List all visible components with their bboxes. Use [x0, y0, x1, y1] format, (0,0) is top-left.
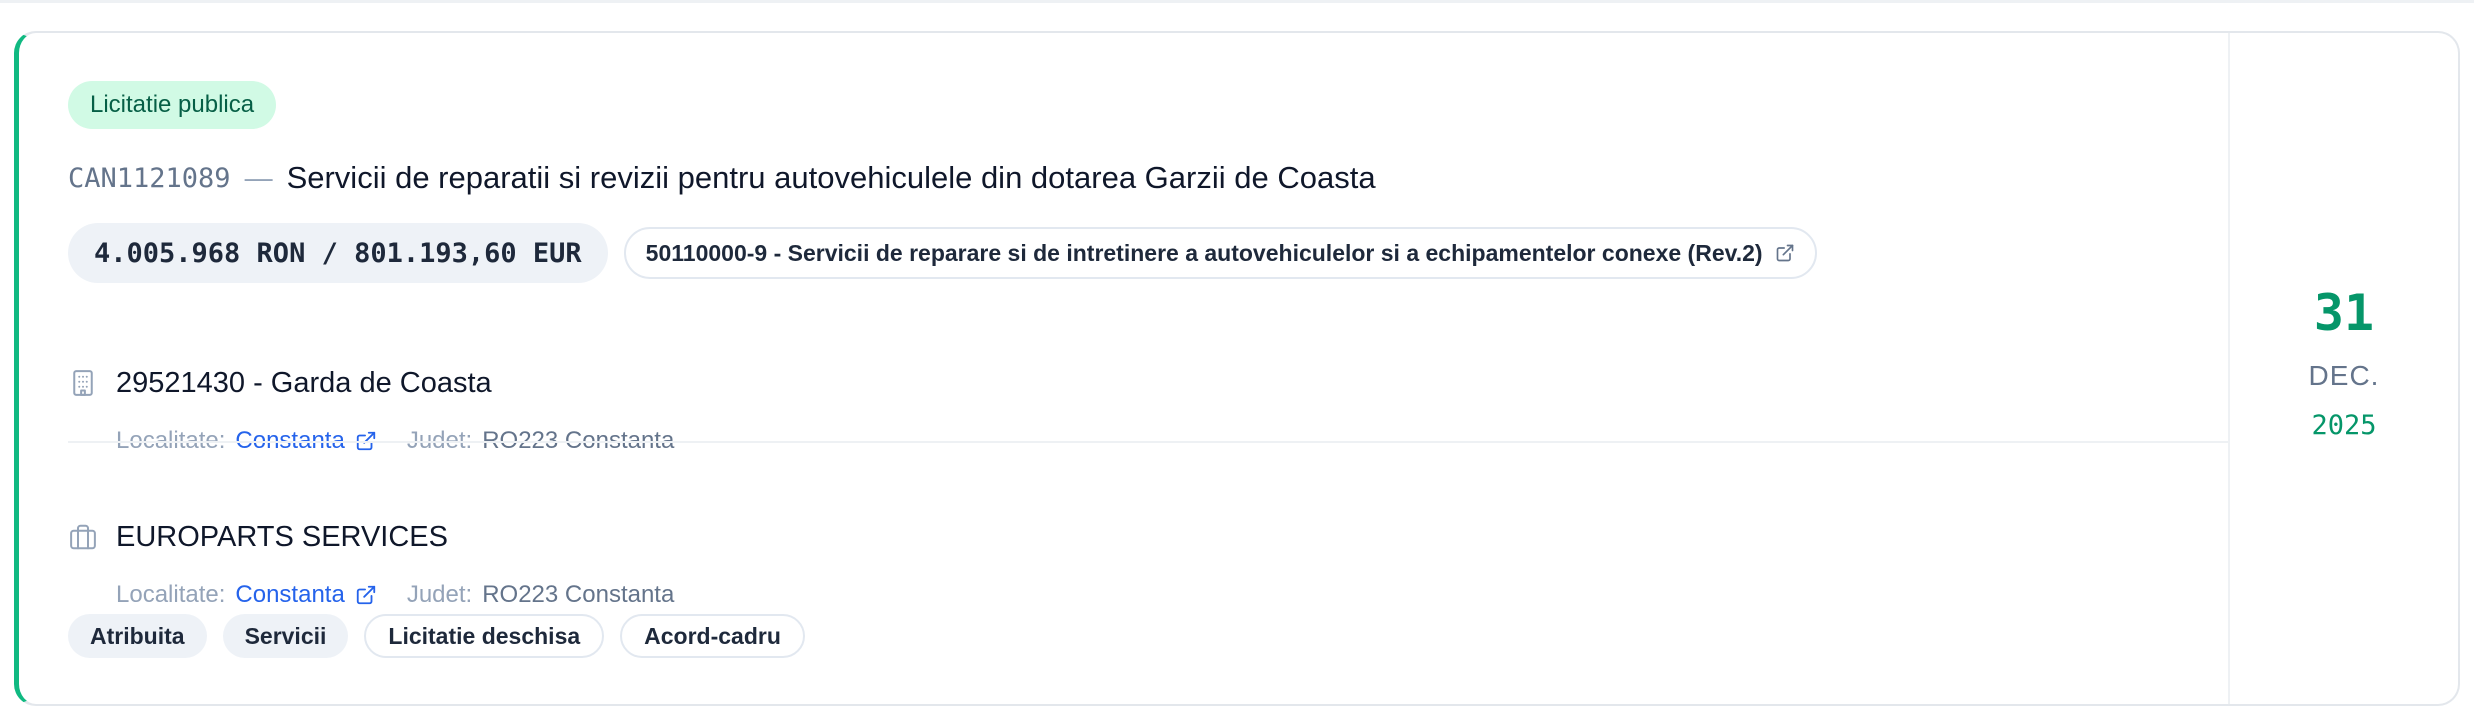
- external-link-icon: [1776, 244, 1793, 262]
- date-month: DEC.: [2308, 360, 2380, 391]
- cpv-label: 50110000-9 - Servicii de reparare si de …: [645, 239, 1763, 266]
- date-year: 2025: [2311, 410, 2377, 441]
- authority-name[interactable]: 29521430 - Garda de Coasta: [116, 367, 492, 400]
- tag-list: Atribuita Servicii Licitatie deschisa Ac…: [68, 614, 821, 658]
- cpv-link[interactable]: 50110000-9 - Servicii de reparare si de …: [623, 227, 1817, 279]
- notice-card[interactable]: Licitatie publica CAN1121089 — Servicii …: [14, 31, 2460, 706]
- title-separator: —: [244, 162, 273, 193]
- tag-status[interactable]: Atribuita: [68, 614, 207, 658]
- supplier-block: EUROPARTS SERVICES Localitate: Constanta…: [68, 517, 674, 611]
- procedure-badge: Licitatie publica: [68, 81, 277, 129]
- notice-code: CAN1121089: [68, 162, 231, 194]
- tag-procedure[interactable]: Licitatie deschisa: [364, 614, 605, 658]
- tag-framework[interactable]: Acord-cadru: [620, 614, 805, 658]
- supplier-locality-link[interactable]: Constanta: [235, 581, 344, 609]
- tag-type[interactable]: Servicii: [222, 614, 349, 658]
- contract-value: 4.005.968 RON / 801.193,60 EUR: [68, 223, 608, 283]
- supplier-county: RO223 Constanta: [482, 581, 675, 608]
- supplier-name[interactable]: EUROPARTS SERVICES: [116, 521, 448, 554]
- date-day: 31: [2313, 284, 2375, 342]
- notice-title[interactable]: Servicii de reparatii si revizii pentru …: [287, 160, 1376, 196]
- building-icon: [73, 370, 93, 396]
- title-row: CAN1121089 — Servicii de reparatii si re…: [68, 153, 1376, 203]
- external-link-icon[interactable]: [355, 584, 377, 606]
- supplier-county-label: Judet:: [406, 581, 473, 608]
- date-panel: 31 DEC. 2025: [2228, 33, 2458, 704]
- value-row: 4.005.968 RON / 801.193,60 EUR 50110000-…: [68, 223, 1817, 283]
- top-divider: [0, 0, 2474, 3]
- briefcase-icon: [70, 524, 96, 550]
- section-divider: [68, 441, 2228, 443]
- supplier-meta: Localitate: Constanta Judet: RO223 Const…: [116, 579, 674, 611]
- supplier-locality-label: Localitate:: [116, 581, 226, 608]
- notice-main: Licitatie publica CAN1121089 — Servicii …: [19, 33, 2228, 704]
